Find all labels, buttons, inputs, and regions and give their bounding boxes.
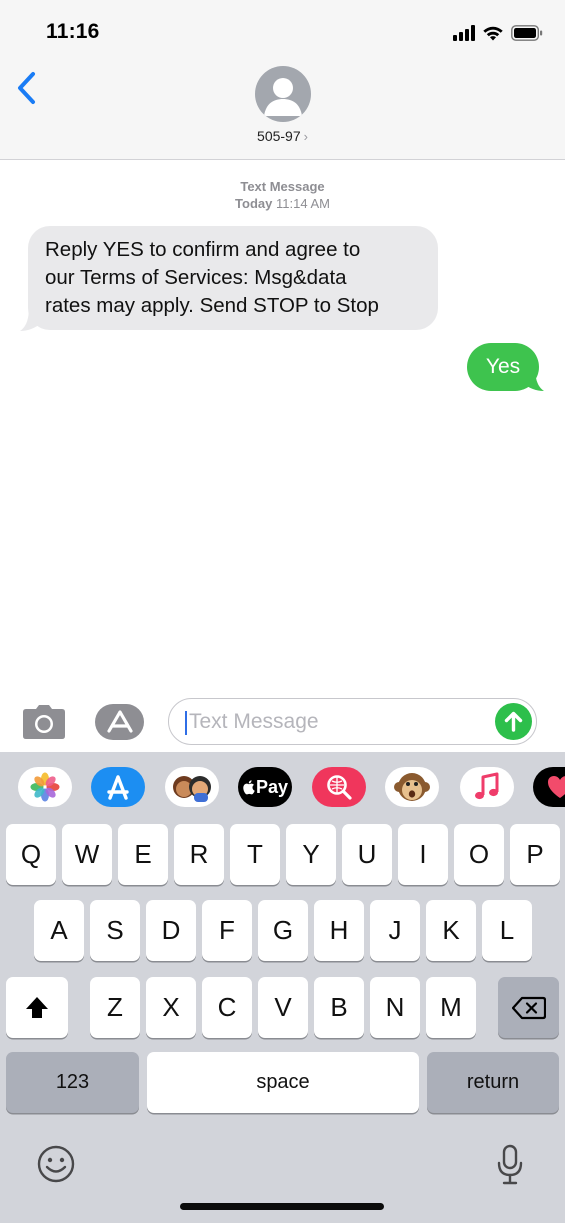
imessage-app-drawer: Pay [0,752,565,822]
photos-icon [30,772,60,802]
status-time: 11:16 [46,20,100,43]
space-key[interactable]: space [147,1052,419,1113]
key-r[interactable]: R [174,824,224,885]
shift-arrow-icon [26,996,48,1018]
photos-app-button[interactable] [18,767,72,807]
key-z[interactable]: Z [90,977,140,1038]
key-u[interactable]: U [342,824,392,885]
key-t[interactable]: T [230,824,280,885]
web-images-app-button[interactable] [312,767,366,807]
day-label: Today [235,196,273,211]
incoming-message-bubble[interactable]: Reply YES to confirm and agree to our Te… [28,226,438,330]
key-g[interactable]: G [258,900,308,961]
delete-backspace-icon [511,996,546,1019]
key-e[interactable]: E [118,824,168,885]
key-x[interactable]: X [146,977,196,1038]
key-b[interactable]: B [314,977,364,1038]
animoji-app-button[interactable] [385,767,439,807]
key-j[interactable]: J [370,900,420,961]
key-h[interactable]: H [314,900,364,961]
conversation-header: 11:16 505-97 › [0,0,565,160]
digital-touch-app-button[interactable] [533,767,565,807]
key-c[interactable]: C [202,977,252,1038]
message-placeholder: Text Message [189,710,319,733]
wifi-icon [483,26,503,41]
digital-touch-icon [548,776,565,798]
message-line: Reply YES to confirm and agree to [45,238,361,261]
contact-avatar[interactable] [255,66,311,122]
emoji-smiley-icon[interactable] [36,1144,76,1184]
app-store-icon[interactable] [95,703,145,741]
cellular-signal-icon [453,25,475,41]
microphone-icon[interactable] [495,1144,525,1186]
text-cursor [185,711,187,735]
person-silhouette-icon [264,78,302,116]
key-q[interactable]: Q [6,824,56,885]
app-store-icon [107,775,129,800]
monkey-animoji-icon [394,773,430,801]
key-d[interactable]: D [146,900,196,961]
key-v[interactable]: V [258,977,308,1038]
music-icon [475,772,499,800]
web-images-search-icon [327,775,352,800]
music-app-button[interactable] [460,767,514,807]
contact-details-chevron-icon: › [303,129,308,144]
key-w[interactable]: W [62,824,112,885]
camera-icon[interactable] [22,704,66,740]
shift-key[interactable] [6,977,68,1038]
key-m[interactable]: M [426,977,476,1038]
outgoing-message-bubble[interactable]: Yes [467,343,539,391]
key-p[interactable]: P [510,824,560,885]
key-i[interactable]: I [398,824,448,885]
key-f[interactable]: F [202,900,252,961]
key-a[interactable]: A [34,900,84,961]
message-line: our Terms of Services: Msg&data [45,266,347,289]
apple-pay-app-button[interactable]: Pay [238,767,292,807]
key-n[interactable]: N [370,977,420,1038]
apple-logo-icon [243,780,255,795]
back-chevron-icon[interactable] [14,70,40,106]
app-store-app-button[interactable] [91,767,145,807]
message-timestamp: Today 11:14 AM [0,196,565,211]
key-k[interactable]: K [426,900,476,961]
contact-name-button[interactable]: 505-97 › [0,128,565,144]
memoji-stickers-app-button[interactable] [165,767,219,807]
battery-icon [511,25,543,41]
status-icons [453,22,543,44]
contact-name: 505-97 [257,128,301,144]
service-label: Text Message [240,179,325,194]
memoji-stickers-icon [173,776,211,802]
numbers-key[interactable]: 123 [6,1052,139,1113]
home-indicator[interactable] [180,1203,384,1210]
message-line: rates may apply. Send STOP to Stop [45,294,379,317]
apple-pay-label: Pay [255,776,289,797]
delete-key[interactable] [498,977,559,1038]
key-o[interactable]: O [454,824,504,885]
time-label: 11:14 AM [275,196,330,211]
send-arrow-icon [504,711,523,732]
return-key[interactable]: return [427,1052,559,1113]
message-text-input[interactable]: Text Message [168,698,537,745]
key-s[interactable]: S [90,900,140,961]
key-y[interactable]: Y [286,824,336,885]
key-l[interactable]: L [482,900,532,961]
send-button[interactable] [495,703,532,740]
